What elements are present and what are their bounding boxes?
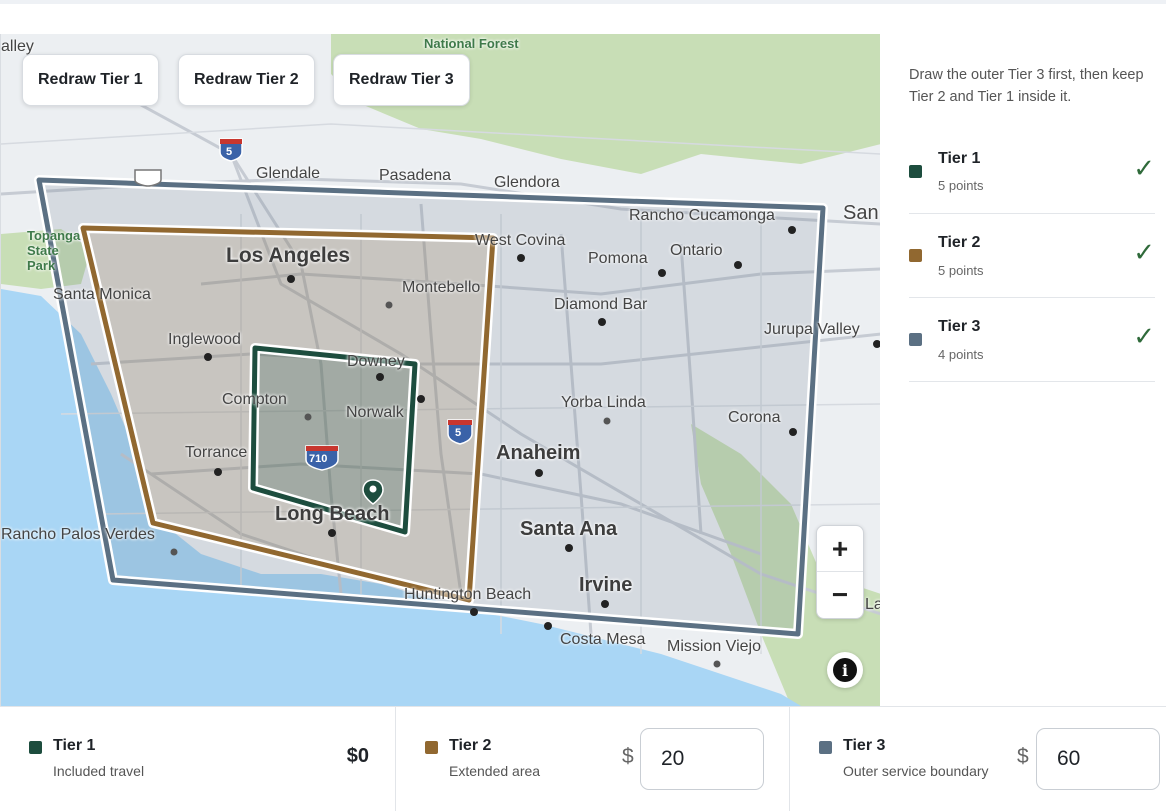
tier1-pricing-swatch <box>29 741 42 754</box>
map-label-west-covina: West Covina <box>475 232 566 249</box>
tier3-point-count: 4 points <box>938 347 984 362</box>
tier3-color-swatch <box>909 333 922 346</box>
i5-north-label: 5 <box>226 146 233 158</box>
map-canvas[interactable] <box>1 34 880 706</box>
map-label-jurupa-valley: Jurupa Valley <box>764 321 860 338</box>
map-label-glendale: Glendale <box>256 165 321 182</box>
tier1-check-icon: ✓ <box>1133 154 1155 184</box>
redraw-tier3-button[interactable]: Redraw Tier 3 <box>333 54 470 106</box>
zoom-out-button[interactable]: − <box>817 572 863 618</box>
drawing-instructions: Draw the outer Tier 3 first, then keep T… <box>909 67 1144 105</box>
map-label-montebello: Montebello <box>402 279 481 296</box>
i5-south-label: 5 <box>455 427 462 439</box>
map-label-yorba-linda: Yorba Linda <box>561 394 646 411</box>
tier3-status-name: Tier 3 <box>938 318 981 335</box>
redraw-tier1-button[interactable]: Redraw Tier 1 <box>22 54 159 106</box>
tier3-pricing-cell: Tier 3 Outer service boundary $ <box>790 707 1166 811</box>
tier2-currency-symbol: $ <box>622 745 634 768</box>
i710-label: 710 <box>309 453 328 465</box>
map-label-lake: La <box>865 596 880 613</box>
tier2-pricing-name: Tier 2 <box>449 737 492 754</box>
tier1-pricing-name: Tier 1 <box>53 737 96 754</box>
tier1-price: $0 <box>346 745 369 767</box>
map-label-diamond-bar: Diamond Bar <box>554 296 648 313</box>
map-label-norwalk: Norwalk <box>346 404 404 421</box>
tier2-color-swatch <box>909 249 922 262</box>
tier2-pricing-desc: Extended area <box>449 763 541 779</box>
tier2-price-input[interactable] <box>640 728 764 790</box>
map-info-button[interactable]: i <box>827 652 863 688</box>
tier1-status-name: Tier 1 <box>938 150 981 167</box>
map-label-anaheim: Anaheim <box>496 442 581 464</box>
tier1-status-row[interactable]: Tier 1 5 points ✓ <box>909 130 1155 214</box>
map-label-ontario: Ontario <box>670 242 723 259</box>
tier-pricing-bar: Tier 1 Included travel $0 Tier 2 Extende… <box>0 706 1166 811</box>
tier1-pricing-desc: Included travel <box>53 763 145 779</box>
state-route-shield-icon <box>134 169 162 187</box>
map-label-huntington-beach: Huntington Beach <box>404 586 532 603</box>
tier1-color-swatch <box>909 165 922 178</box>
map-label-irvine: Irvine <box>579 574 633 596</box>
map-label-torrance: Torrance <box>185 444 248 461</box>
map-label-glendora: Glendora <box>494 174 560 191</box>
map-label-downey: Downey <box>347 353 405 370</box>
map-label-pomona: Pomona <box>588 250 648 267</box>
tier2-check-icon: ✓ <box>1133 238 1155 268</box>
tier2-pricing-swatch <box>425 741 438 754</box>
tier3-pricing-name: Tier 3 <box>843 737 886 754</box>
map-label-long-beach: Long Beach <box>275 503 390 525</box>
tier3-pricing-desc: Outer service boundary <box>843 763 989 779</box>
tier1-pricing-cell: Tier 1 Included travel $0 <box>0 707 396 811</box>
map-label-corona: Corona <box>728 409 781 426</box>
tier3-price-input[interactable] <box>1036 728 1160 790</box>
zoom-control: + − <box>816 525 864 619</box>
redraw-tier2-button[interactable]: Redraw Tier 2 <box>178 54 315 106</box>
map-label-rancho-palos-verdes: Rancho Palos Verdes <box>1 526 155 543</box>
tier-status-panel: Draw the outer Tier 3 first, then keep T… <box>880 34 1166 706</box>
map-label-compton: Compton <box>222 391 287 408</box>
tier3-status-row[interactable]: Tier 3 4 points ✓ <box>909 298 1155 382</box>
tier2-status-name: Tier 2 <box>938 234 981 251</box>
map-label-mission-viejo: Mission Viejo <box>667 638 761 655</box>
map-label-los-angeles: Los Angeles <box>226 244 351 267</box>
top-bar <box>0 0 1166 34</box>
map-label-san: San <box>843 202 879 224</box>
tier1-point-count: 5 points <box>938 178 984 193</box>
service-area-map[interactable]: 5 5 710 alley National Forest Glendale P… <box>0 34 880 706</box>
tier2-point-count: 5 points <box>938 263 984 278</box>
map-label-national-forest: National Forest <box>424 36 519 51</box>
info-icon: i <box>833 658 857 682</box>
map-label-topanga: Topanga State Park <box>27 228 81 273</box>
map-label-pasadena: Pasadena <box>379 167 452 184</box>
tier2-pricing-cell: Tier 2 Extended area $ <box>396 707 790 811</box>
map-label-santa-ana: Santa Ana <box>520 518 618 540</box>
top-divider <box>0 0 1166 4</box>
map-label-santa-monica: Santa Monica <box>53 286 151 303</box>
tier2-status-row[interactable]: Tier 2 5 points ✓ <box>909 214 1155 298</box>
map-label-rancho-cucamonga: Rancho Cucamonga <box>629 207 775 224</box>
map-label-costa-mesa: Costa Mesa <box>560 631 646 648</box>
tier3-check-icon: ✓ <box>1133 322 1155 352</box>
tier3-pricing-swatch <box>819 741 832 754</box>
map-label-inglewood: Inglewood <box>168 331 241 348</box>
zoom-in-button[interactable]: + <box>817 526 863 572</box>
tier3-currency-symbol: $ <box>1017 745 1029 768</box>
